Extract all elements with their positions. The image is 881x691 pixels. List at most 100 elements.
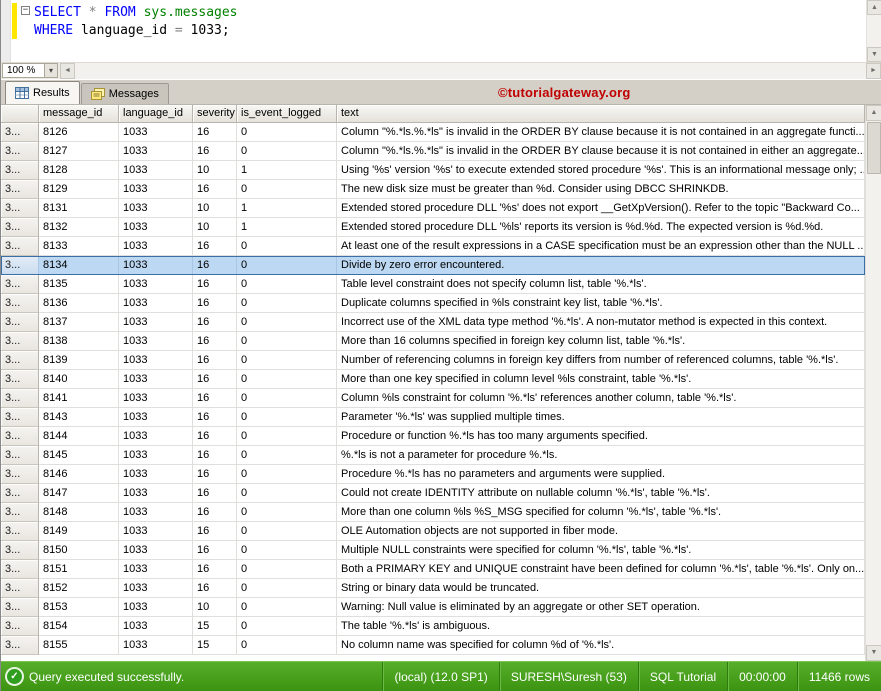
row-number-cell[interactable]: 3... (1, 332, 39, 351)
cell-message-id[interactable]: 8137 (39, 313, 119, 332)
cell-language-id[interactable]: 1033 (119, 161, 193, 180)
row-number-cell[interactable]: 3... (1, 294, 39, 313)
cell-text[interactable]: Duplicate columns specified in %ls const… (337, 294, 865, 313)
cell-language-id[interactable]: 1033 (119, 503, 193, 522)
cell-is-event-logged[interactable]: 0 (237, 180, 337, 199)
cell-message-id[interactable]: 8138 (39, 332, 119, 351)
cell-message-id[interactable]: 8134 (39, 256, 119, 275)
cell-is-event-logged[interactable]: 0 (237, 408, 337, 427)
cell-message-id[interactable]: 8129 (39, 180, 119, 199)
header-row-number[interactable] (1, 105, 39, 123)
cell-severity[interactable]: 15 (193, 636, 237, 655)
cell-is-event-logged[interactable]: 1 (237, 218, 337, 237)
table-row[interactable]: 3... 8138 1033 16 0 More than 16 columns… (1, 332, 865, 351)
cell-language-id[interactable]: 1033 (119, 332, 193, 351)
scroll-down-icon[interactable]: ▼ (866, 645, 881, 661)
header-severity[interactable]: severity (193, 105, 237, 123)
table-row[interactable]: 3... 8150 1033 16 0 Multiple NULL constr… (1, 541, 865, 560)
row-number-cell[interactable]: 3... (1, 427, 39, 446)
cell-text[interactable]: %.*ls is not a parameter for procedure %… (337, 446, 865, 465)
cell-is-event-logged[interactable]: 0 (237, 351, 337, 370)
table-row[interactable]: 3... 8145 1033 16 0 %.*ls is not a param… (1, 446, 865, 465)
cell-language-id[interactable]: 1033 (119, 484, 193, 503)
row-number-cell[interactable]: 3... (1, 161, 39, 180)
tab-results[interactable]: Results (5, 81, 80, 104)
cell-is-event-logged[interactable]: 0 (237, 598, 337, 617)
code-area[interactable]: SELECT * FROM sys.messages WHERE languag… (34, 0, 866, 62)
row-number-cell[interactable]: 3... (1, 199, 39, 218)
cell-is-event-logged[interactable]: 0 (237, 503, 337, 522)
cell-text[interactable]: Extended stored procedure DLL '%ls' repo… (337, 218, 865, 237)
row-number-cell[interactable]: 3... (1, 541, 39, 560)
row-number-cell[interactable]: 3... (1, 180, 39, 199)
cell-is-event-logged[interactable]: 0 (237, 541, 337, 560)
cell-severity[interactable]: 16 (193, 294, 237, 313)
table-row[interactable]: 3... 8128 1033 10 1 Using '%s' version '… (1, 161, 865, 180)
editor-horizontal-scrollbar[interactable]: ◄ ► (60, 63, 881, 79)
cell-language-id[interactable]: 1033 (119, 541, 193, 560)
cell-message-id[interactable]: 8131 (39, 199, 119, 218)
tab-messages[interactable]: Messages (81, 83, 169, 104)
header-language-id[interactable]: language_id (119, 105, 193, 123)
cell-is-event-logged[interactable]: 0 (237, 389, 337, 408)
cell-is-event-logged[interactable]: 0 (237, 332, 337, 351)
cell-is-event-logged[interactable]: 1 (237, 199, 337, 218)
row-number-cell[interactable]: 3... (1, 218, 39, 237)
row-number-cell[interactable]: 3... (1, 389, 39, 408)
row-number-cell[interactable]: 3... (1, 617, 39, 636)
cell-text[interactable]: The table '%.*ls' is ambiguous. (337, 617, 865, 636)
cell-message-id[interactable]: 8127 (39, 142, 119, 161)
row-number-cell[interactable]: 3... (1, 123, 39, 142)
cell-message-id[interactable]: 8128 (39, 161, 119, 180)
table-row[interactable]: 3... 8151 1033 16 0 Both a PRIMARY KEY a… (1, 560, 865, 579)
table-row[interactable]: 3... 8136 1033 16 0 Duplicate columns sp… (1, 294, 865, 313)
row-number-cell[interactable]: 3... (1, 598, 39, 617)
cell-language-id[interactable]: 1033 (119, 180, 193, 199)
cell-message-id[interactable]: 8150 (39, 541, 119, 560)
cell-language-id[interactable]: 1033 (119, 389, 193, 408)
cell-severity[interactable]: 16 (193, 142, 237, 161)
table-row[interactable]: 3... 8154 1033 15 0 The table '%.*ls' is… (1, 617, 865, 636)
header-is-event-logged[interactable]: is_event_logged (237, 105, 337, 123)
cell-text[interactable]: OLE Automation objects are not supported… (337, 522, 865, 541)
scroll-up-icon[interactable]: ▲ (867, 0, 881, 15)
cell-severity[interactable]: 16 (193, 427, 237, 446)
table-row[interactable]: 3... 8141 1033 16 0 Column %ls constrain… (1, 389, 865, 408)
cell-message-id[interactable]: 8126 (39, 123, 119, 142)
cell-severity[interactable]: 16 (193, 275, 237, 294)
cell-language-id[interactable]: 1033 (119, 199, 193, 218)
cell-language-id[interactable]: 1033 (119, 351, 193, 370)
cell-is-event-logged[interactable]: 0 (237, 446, 337, 465)
scrollbar-track[interactable] (75, 63, 866, 79)
cell-language-id[interactable]: 1033 (119, 522, 193, 541)
table-row[interactable]: 3... 8149 1033 16 0 OLE Automation objec… (1, 522, 865, 541)
table-row[interactable]: 3... 8137 1033 16 0 Incorrect use of the… (1, 313, 865, 332)
cell-is-event-logged[interactable]: 0 (237, 427, 337, 446)
table-row[interactable]: 3... 8146 1033 16 0 Procedure %.*ls has … (1, 465, 865, 484)
scroll-up-icon[interactable]: ▲ (866, 105, 881, 121)
cell-language-id[interactable]: 1033 (119, 636, 193, 655)
cell-language-id[interactable]: 1033 (119, 370, 193, 389)
cell-text[interactable]: Number of referencing columns in foreign… (337, 351, 865, 370)
cell-text[interactable]: Column %ls constraint for column '%.*ls'… (337, 389, 865, 408)
table-row[interactable]: 3... 8127 1033 16 0 Column "%.*ls.%.*ls"… (1, 142, 865, 161)
cell-message-id[interactable]: 8143 (39, 408, 119, 427)
header-message-id[interactable]: message_id (39, 105, 119, 123)
cell-is-event-logged[interactable]: 0 (237, 522, 337, 541)
cell-text[interactable]: Divide by zero error encountered. (337, 256, 865, 275)
cell-severity[interactable]: 16 (193, 313, 237, 332)
cell-is-event-logged[interactable]: 0 (237, 123, 337, 142)
row-number-cell[interactable]: 3... (1, 370, 39, 389)
scroll-down-icon[interactable]: ▼ (867, 47, 881, 62)
cell-severity[interactable]: 16 (193, 180, 237, 199)
cell-text[interactable]: More than one key specified in column le… (337, 370, 865, 389)
cell-message-id[interactable]: 8146 (39, 465, 119, 484)
cell-severity[interactable]: 16 (193, 123, 237, 142)
cell-is-event-logged[interactable]: 0 (237, 484, 337, 503)
row-number-cell[interactable]: 3... (1, 560, 39, 579)
zoom-dropdown[interactable]: 100 % ▾ (2, 63, 58, 78)
cell-language-id[interactable]: 1033 (119, 256, 193, 275)
cell-is-event-logged[interactable]: 1 (237, 161, 337, 180)
cell-is-event-logged[interactable]: 0 (237, 579, 337, 598)
cell-message-id[interactable]: 8133 (39, 237, 119, 256)
